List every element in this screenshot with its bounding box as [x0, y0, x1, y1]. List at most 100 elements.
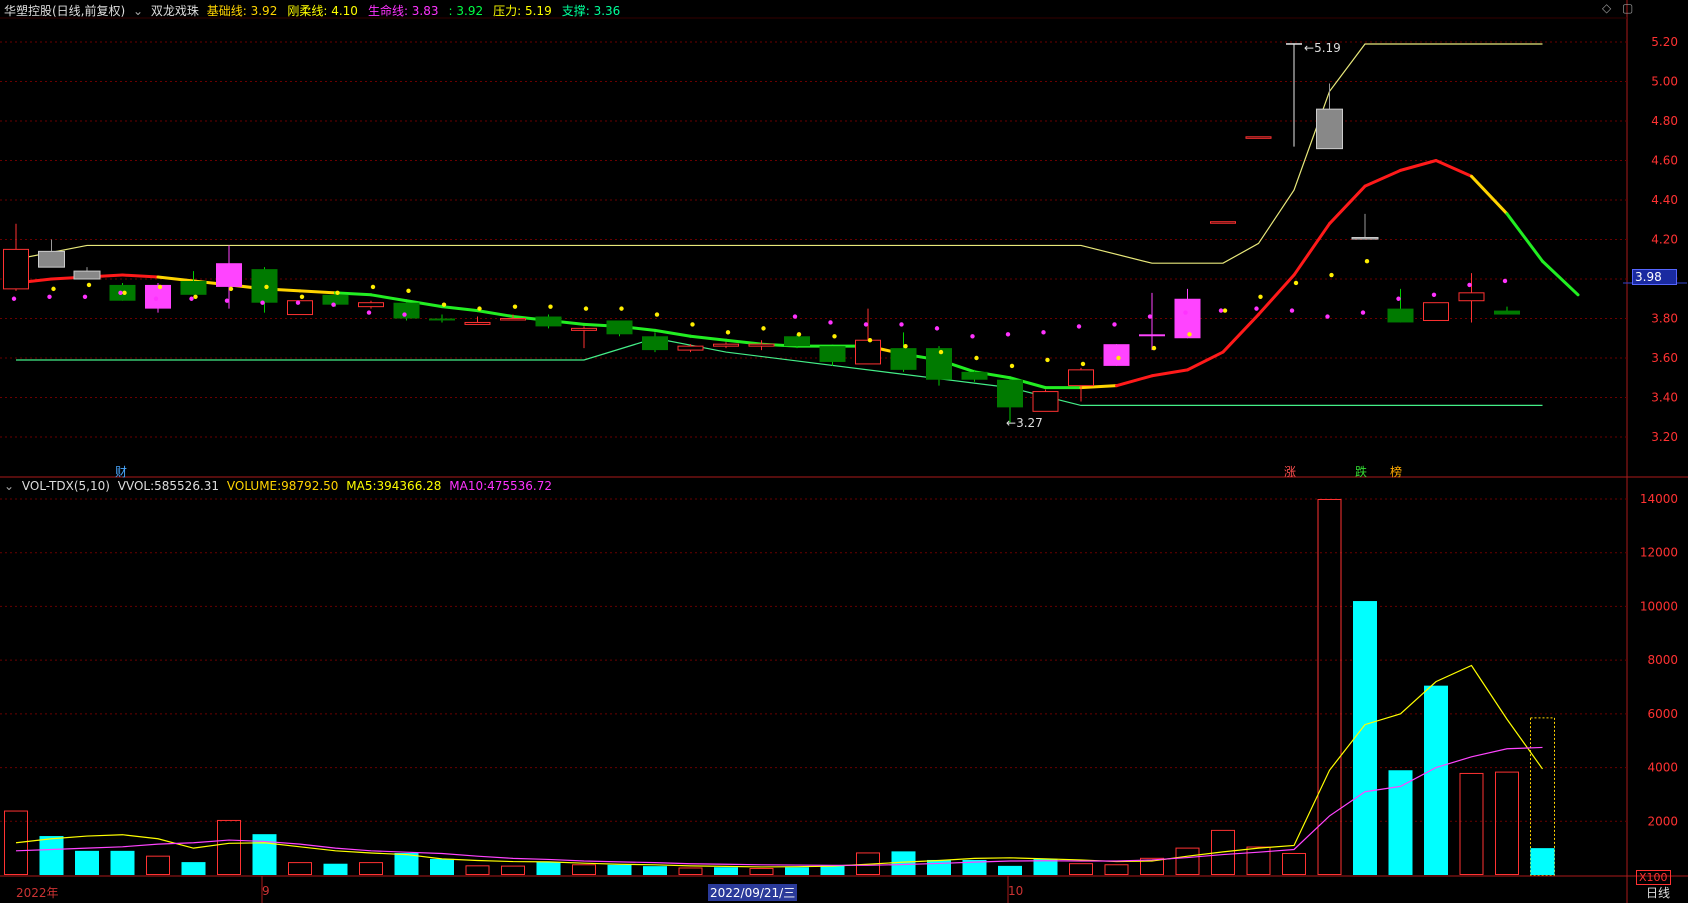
limit-down-marker[interactable]: 跌: [1355, 463, 1367, 480]
support-line: [16, 337, 1543, 406]
volume-bar: [1353, 601, 1377, 875]
candle-body: [145, 284, 171, 309]
yellow-dot: [370, 284, 376, 290]
magenta-dot: [47, 294, 52, 299]
candle-body: [322, 294, 349, 305]
indicator-name[interactable]: 双龙戏珠: [151, 4, 199, 18]
base-line-segment: [689, 334, 728, 342]
volume-bar: [785, 867, 809, 875]
volume-tick-label: 8000: [1647, 653, 1678, 667]
candle-body: [38, 250, 65, 268]
period-button[interactable]: 日线: [1646, 884, 1670, 901]
ma10-label: MA10:: [449, 479, 488, 493]
indicator-label-3: :: [448, 4, 453, 18]
ma5-value: 394366.28: [376, 479, 442, 493]
candle-body: [3, 248, 29, 290]
volume-unit: X100: [1636, 870, 1671, 885]
volume-label: VOLUME:: [226, 479, 282, 493]
yellow-dot: [974, 355, 979, 361]
magenta-dot: [1431, 292, 1437, 297]
volume-tick-label: 6000: [1647, 707, 1678, 721]
yellow-dot: [193, 294, 198, 299]
yellow-dot: [796, 332, 802, 337]
ma5-label: MA5:: [346, 479, 377, 493]
x-label-year: 2022年: [16, 886, 59, 900]
window-toggle-icon[interactable]: ▢: [1622, 1, 1633, 15]
indicator-label-2: 生命线:: [367, 4, 408, 18]
magenta-dot: [1467, 282, 1472, 288]
volume-indicator-name[interactable]: VOL-TDX(5,10): [22, 479, 110, 493]
magenta-dot: [1183, 310, 1188, 315]
volume-tick-label: 2000: [1647, 814, 1678, 828]
yellow-dot: [1045, 357, 1050, 363]
candle-body: [1351, 237, 1379, 240]
high-label: 5.19: [1314, 41, 1341, 55]
base-line-segment: [1257, 273, 1296, 317]
magenta-dot: [295, 300, 301, 305]
yellow-dot: [1364, 259, 1370, 264]
price-tick-label: 3.20: [1651, 430, 1678, 444]
candle-body: [429, 318, 455, 321]
base-line-segment: [1434, 159, 1473, 178]
magenta-dot: [1289, 308, 1295, 313]
volume-bar: [998, 865, 1022, 875]
yellow-dot: [654, 312, 660, 317]
magenta-dot: [1005, 332, 1011, 337]
volume-bar: [643, 866, 667, 875]
candle-body: [358, 302, 384, 308]
volume-bar: [1069, 863, 1093, 876]
volume-bar: [678, 867, 703, 875]
base-line-segment: [1541, 259, 1580, 297]
base-line-segment: [1328, 184, 1367, 226]
volume-bar: [323, 863, 348, 875]
magenta-dot: [970, 334, 975, 339]
magenta-dot: [82, 294, 88, 299]
candle-body: [73, 270, 101, 280]
chevron-down-icon[interactable]: ⌄: [133, 4, 143, 18]
magenta-dot: [402, 312, 407, 317]
candle-body: [216, 263, 242, 287]
volume-value: 98792.50: [281, 479, 339, 493]
magenta-dot: [118, 290, 123, 296]
magenta-dot: [331, 302, 336, 307]
magenta-dot: [828, 320, 833, 325]
volume-bar: [1530, 848, 1555, 875]
expand-icon[interactable]: ◇: [1602, 1, 1611, 15]
resistance-line: [15, 43, 1543, 264]
yellow-dot: [690, 322, 695, 327]
candle-body: [890, 348, 917, 370]
yellow-dot: [903, 343, 908, 349]
stock-title[interactable]: 华塑控股(日线,前复权): [4, 4, 125, 18]
yellow-dot: [51, 286, 56, 292]
price-tick-label: 4.80: [1651, 114, 1678, 128]
candle-body: [1103, 344, 1130, 366]
stock-chart[interactable]: 3.203.403.603.804.004.204.404.604.805.00…: [0, 0, 1688, 903]
base-line-segment: [1186, 350, 1225, 372]
x-label-oct: 10: [1008, 884, 1024, 898]
volume-panel-header: ⌄ VOL-TDX(5,10) VVOL:585526.31 VOLUME:98…: [4, 479, 556, 493]
candle-body: [180, 280, 207, 295]
candle-body: [642, 336, 668, 351]
indicator-value-5: 3.36: [589, 4, 621, 18]
chevron-down-icon[interactable]: ⌄: [4, 479, 14, 493]
indicator-label-4: 压力:: [493, 4, 522, 18]
candle-body: [1032, 391, 1059, 412]
limit-up-marker[interactable]: 涨: [1284, 463, 1296, 480]
price-tick-label: 3.80: [1651, 312, 1678, 326]
finance-marker[interactable]: 财: [115, 463, 127, 480]
dragon-tiger-marker[interactable]: 榜: [1390, 463, 1402, 480]
yellow-dot: [264, 284, 269, 290]
yellow-dot: [512, 304, 518, 309]
candle-body: [1210, 221, 1236, 224]
yellow-dot: [548, 304, 553, 309]
ma10-value: 475536.72: [487, 479, 553, 493]
volume-ma10-line: [15, 746, 1543, 866]
base-line-segment: [369, 293, 408, 303]
base-line-segment: [476, 309, 515, 319]
candle-body: [1387, 308, 1414, 323]
magenta-dot: [792, 314, 798, 319]
volume-bar: [359, 862, 383, 876]
yellow-dot: [619, 306, 624, 311]
price-tick-label: 4.20: [1651, 233, 1678, 247]
price-tick-label: 4.40: [1651, 193, 1678, 207]
